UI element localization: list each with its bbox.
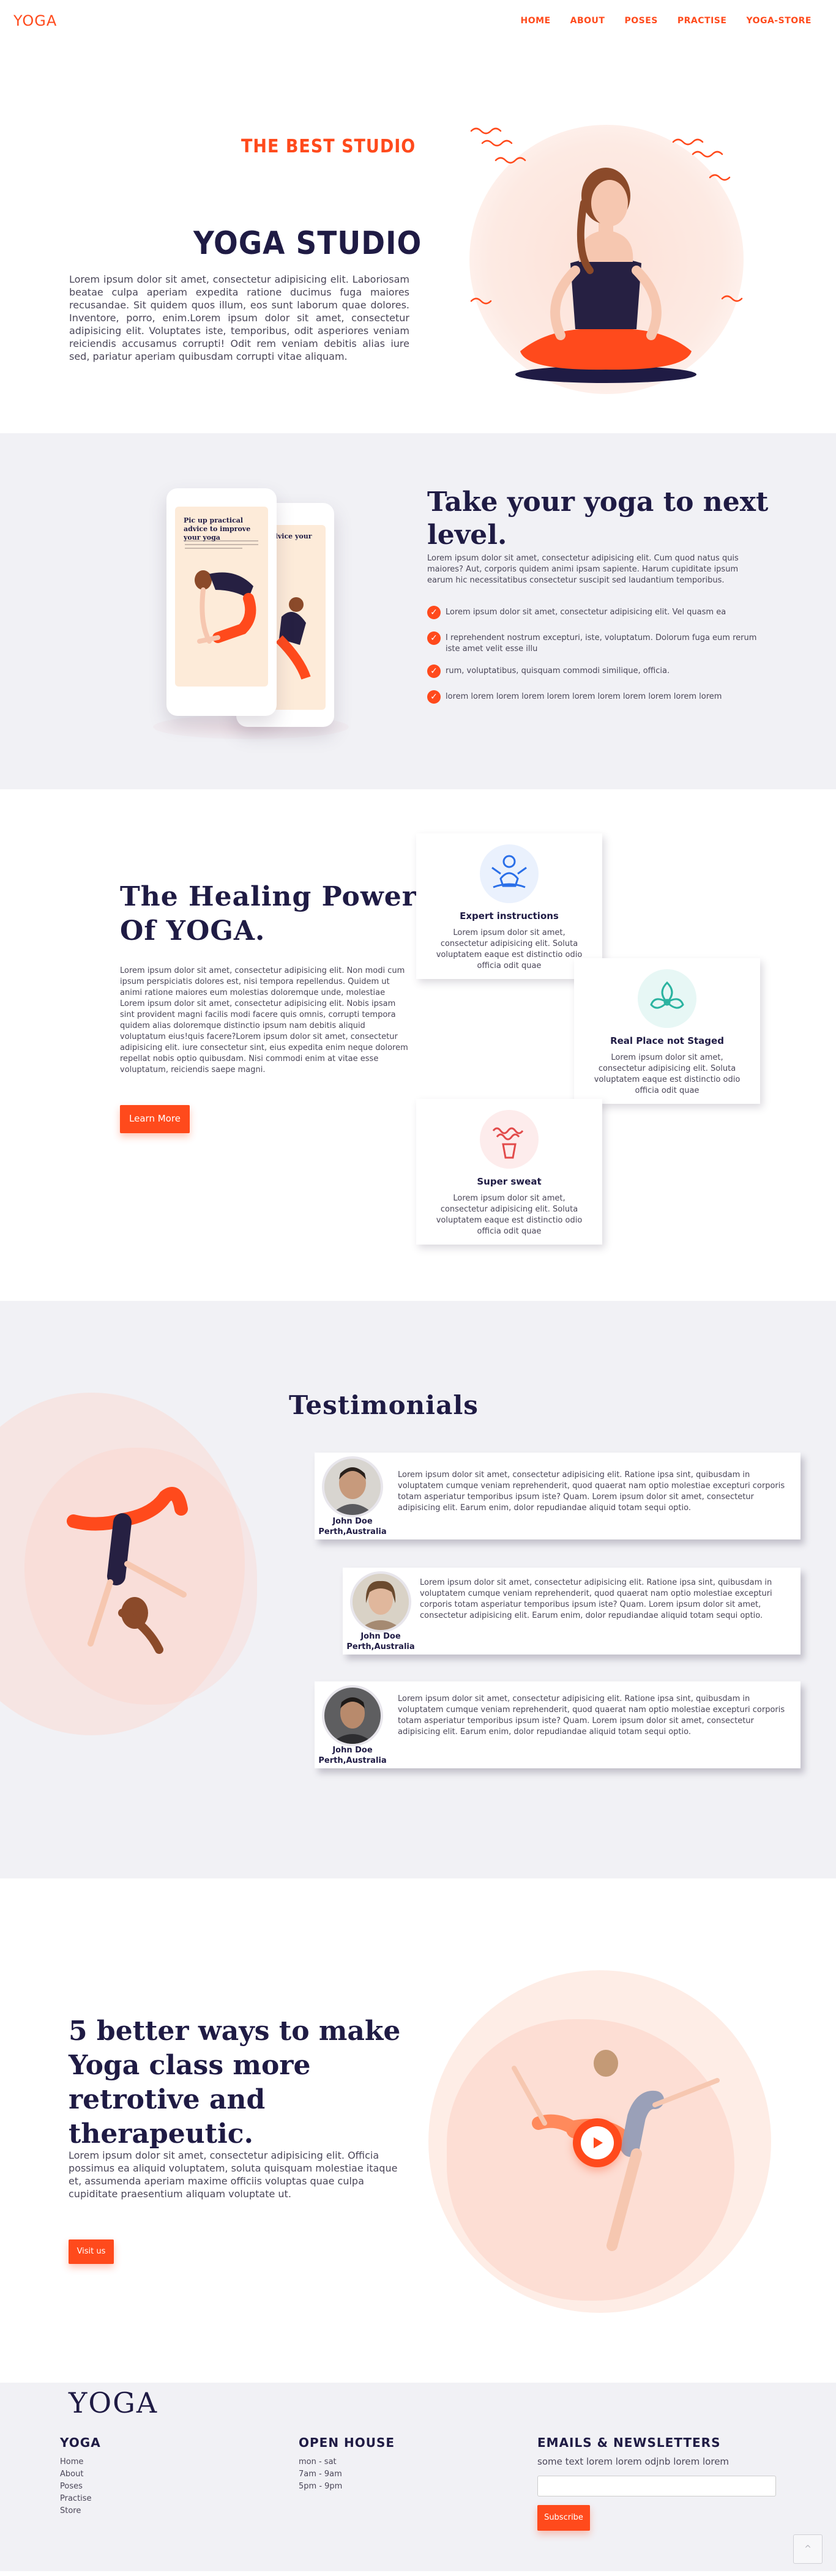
healing-section: The Healing Power Of YOGA. Lorem ipsum d… bbox=[0, 789, 836, 1301]
learn-more-button[interactable]: Learn More bbox=[120, 1105, 190, 1133]
visit-us-button[interactable]: Visit us bbox=[69, 2239, 114, 2264]
footer-link-store[interactable]: Store bbox=[60, 2505, 92, 2517]
testimonial-name: John Doe bbox=[332, 1746, 373, 1755]
testimonial-location: Perth,Australia bbox=[318, 1527, 387, 1536]
checklist-item: ✓ I reprehendent nostrum excepturi, iste,… bbox=[427, 631, 758, 655]
testimonial-text: Lorem ipsum dolor sit amet, consectetur … bbox=[398, 1470, 785, 1513]
newsletter-text: some text lorem lorem odjnb lorem lorem bbox=[537, 2456, 730, 2467]
checklist-item-text: Lorem ipsum dolor sit amet, consectetur … bbox=[446, 608, 726, 617]
footer-col3-title: EMAILS & NEWSLETTERS bbox=[537, 2435, 721, 2450]
testimonial-text: Lorem ipsum dolor sit amet, consectetur … bbox=[420, 1578, 772, 1620]
check-icon: ✓ bbox=[427, 606, 441, 619]
nav-link-poses[interactable]: POSES bbox=[624, 16, 657, 26]
open-hours-line: 5pm - 9pm bbox=[299, 2482, 343, 2491]
footer-col1-title: YOGA bbox=[60, 2435, 101, 2450]
phone-screen-front: Pic up practical advice to improve your … bbox=[175, 507, 268, 687]
nav-link-home[interactable]: HOME bbox=[521, 16, 551, 26]
feature-card-text: Lorem ipsum dolor sit amet, consectetur … bbox=[436, 1194, 583, 1236]
hero-kicker: THE BEST STUDIO bbox=[241, 136, 416, 157]
meditation-illustration bbox=[470, 127, 743, 383]
newsletter-email-input[interactable] bbox=[537, 2476, 776, 2496]
footer-col2-title: OPEN HOUSE bbox=[299, 2435, 395, 2450]
feature-checklist: ✓ Lorem ipsum dolor sit amet, consectetur… bbox=[427, 606, 758, 717]
app-promo-section: tical advice your yoga Pic up practical … bbox=[0, 433, 836, 789]
play-icon bbox=[581, 2126, 614, 2159]
hero-section: THE BEST STUDIO YOGA STUDIO Lorem ipsum … bbox=[0, 44, 836, 433]
checklist-item: ✓ Lorem ipsum dolor sit amet, consectetur… bbox=[427, 606, 758, 619]
testimonial-card: John Doe Perth,Australia Lorem ipsum dolo… bbox=[343, 1568, 801, 1655]
testimonial-name: John Doe bbox=[332, 1517, 373, 1526]
feature-card-super-sweat: Super sweat Lorem ipsum dolor sit amet, … bbox=[416, 1099, 602, 1245]
avatar bbox=[350, 1571, 411, 1632]
sweat-icon bbox=[480, 1110, 539, 1169]
better-ways-copy: Lorem ipsum dolor sit amet, consectetur … bbox=[69, 2150, 398, 2200]
testimonials-section: Testimonials John Doe Perth,Australia Lor… bbox=[0, 1301, 836, 1878]
feature-card-title: Super sweat bbox=[477, 1176, 542, 1187]
phone-screen-title-front: Pic up practical advice to improve your … bbox=[184, 516, 251, 542]
healing-title: The Healing Power Of YOGA. bbox=[120, 881, 417, 947]
play-button[interactable] bbox=[573, 2118, 622, 2167]
checklist-item-text: rum, voluptatibus, quisquam commodi simi… bbox=[446, 666, 670, 676]
testimonial-author: John Doe Perth,Australia bbox=[344, 1631, 417, 1652]
check-icon: ✓ bbox=[427, 664, 441, 678]
nav-link-practise[interactable]: PRACTISE bbox=[677, 16, 727, 26]
testimonial-name: John Doe bbox=[360, 1632, 401, 1641]
yoga-pose-illustration bbox=[67, 1487, 188, 1654]
footer-link-home[interactable]: Home bbox=[60, 2456, 92, 2468]
site-footer: YOGA YOGA Home About Poses Practise Stor… bbox=[0, 2383, 836, 2571]
testimonials-title: Testimonials bbox=[289, 1390, 479, 1420]
section2-title: Take your yoga to next level. bbox=[427, 486, 769, 551]
footer-link-practise[interactable]: Practise bbox=[60, 2493, 92, 2505]
testimonial-text: Lorem ipsum dolor sit amet, consectetur … bbox=[398, 1694, 785, 1737]
feature-card-real-place: Real Place not Staged Lorem ipsum dolor … bbox=[574, 958, 760, 1104]
lotus-icon bbox=[638, 969, 696, 1028]
checklist-item-text: lorem lorem lorem lorem lorem lorem lore… bbox=[446, 692, 722, 701]
feature-card-title: Real Place not Staged bbox=[610, 1035, 724, 1046]
main-menu: HOME ABOUT POSES PRACTISE YOGA-STORE bbox=[521, 16, 812, 26]
testimonial-location: Perth,Australia bbox=[346, 1642, 415, 1651]
open-hours-line: 7am - 9am bbox=[299, 2470, 342, 2479]
testimonial-author: John Doe Perth,Australia bbox=[316, 1516, 389, 1537]
checklist-item: ✓ lorem lorem lorem lorem lorem lorem lor… bbox=[427, 690, 758, 704]
back-to-top-button[interactable]: ^ bbox=[793, 2534, 823, 2564]
check-icon: ✓ bbox=[427, 631, 441, 645]
top-nav: YOGA HOME ABOUT POSES PRACTISE YOGA-STOR… bbox=[0, 0, 836, 44]
better-ways-section: 5 better ways to make Yoga class more re… bbox=[0, 1878, 836, 2383]
avatar bbox=[322, 1456, 383, 1517]
check-icon: ✓ bbox=[427, 690, 441, 704]
checklist-item: ✓ rum, voluptatibus, quisquam commodi sim… bbox=[427, 664, 758, 678]
healing-copy: Lorem ipsum dolor sit amet, consectetur … bbox=[120, 966, 408, 1074]
chevron-up-icon: ^ bbox=[804, 2544, 812, 2554]
testimonial-location: Perth,Australia bbox=[318, 1756, 387, 1765]
better-ways-title: 5 better ways to make Yoga class more re… bbox=[69, 2016, 401, 2150]
hero-copy: Lorem ipsum dolor sit amet, consectetur … bbox=[69, 274, 409, 362]
section2-intro: Lorem ipsum dolor sit amet, consectetur … bbox=[427, 554, 739, 585]
hero-title: YOGA STUDIO bbox=[193, 225, 422, 262]
brand-logo[interactable]: YOGA bbox=[13, 12, 57, 29]
subscribe-button[interactable]: Subscribe bbox=[537, 2505, 590, 2531]
footer-link-about[interactable]: About bbox=[60, 2468, 92, 2481]
footer-link-poses[interactable]: Poses bbox=[60, 2481, 92, 2493]
checklist-item-text: I reprehendent nostrum excepturi, iste, … bbox=[446, 633, 757, 653]
avatar bbox=[322, 1685, 383, 1746]
testimonial-author: John Doe Perth,Australia bbox=[316, 1745, 389, 1766]
feature-card-text: Lorem ipsum dolor sit amet, consectetur … bbox=[594, 1053, 741, 1095]
nav-link-yoga-store[interactable]: YOGA-STORE bbox=[746, 16, 812, 26]
nav-link-about[interactable]: ABOUT bbox=[570, 16, 605, 26]
testimonial-card: John Doe Perth,Australia Lorem ipsum dolo… bbox=[315, 1453, 801, 1539]
footer-links: Home About Poses Practise Store bbox=[60, 2456, 92, 2517]
feature-card-title: Expert instructions bbox=[460, 910, 559, 921]
testimonial-card: John Doe Perth,Australia Lorem ipsum dolo… bbox=[315, 1681, 801, 1768]
feature-card-expert: Expert instructions Lorem ipsum dolor si… bbox=[416, 833, 602, 979]
open-hours-line: mon - sat bbox=[299, 2457, 337, 2466]
footer-logo[interactable]: YOGA bbox=[69, 2386, 158, 2419]
instructor-icon bbox=[480, 844, 539, 903]
open-hours-list: mon - sat 7am - 9am 5pm - 9pm bbox=[299, 2456, 342, 2493]
